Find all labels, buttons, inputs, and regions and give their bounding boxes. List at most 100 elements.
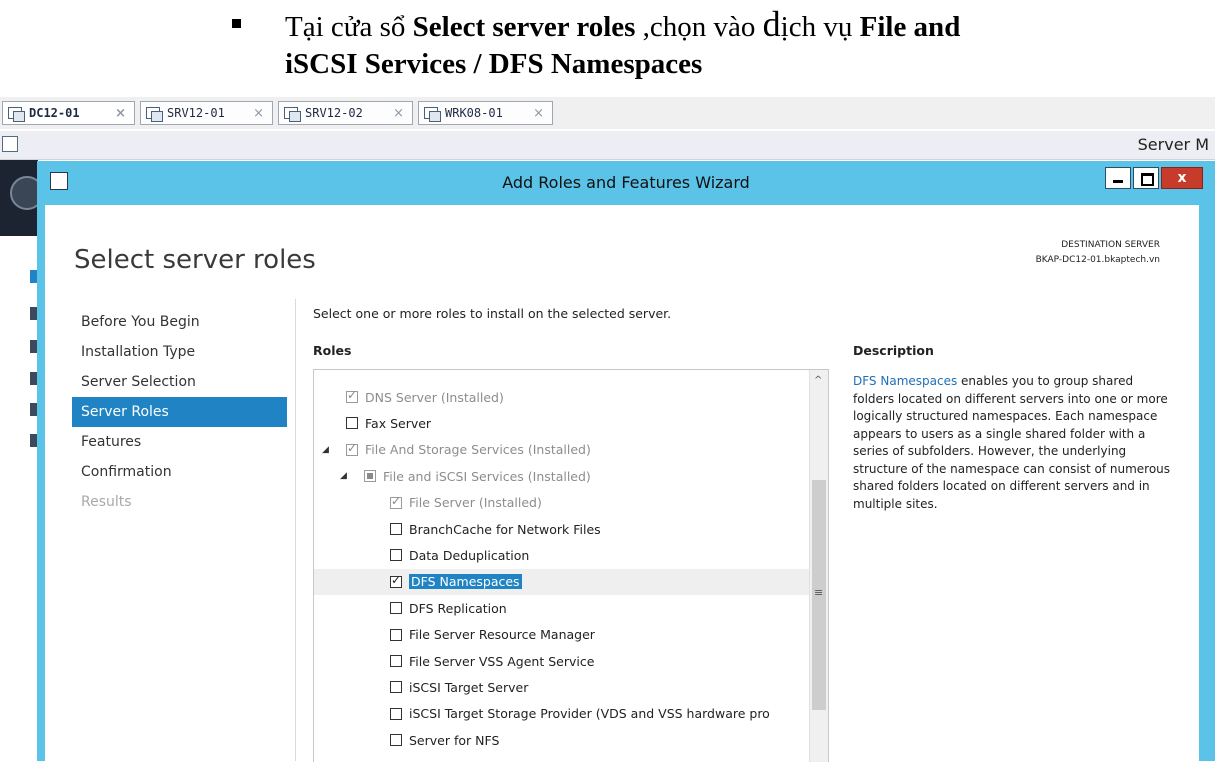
role-label: DFS Replication bbox=[409, 600, 507, 616]
expand-arrow-icon[interactable]: ◢ bbox=[322, 445, 329, 455]
role-label: Fax Server bbox=[365, 415, 432, 431]
vm-tab-label: SRV12-02 bbox=[305, 106, 363, 120]
role-row[interactable]: File Server Resource Manager bbox=[314, 622, 809, 648]
instruction-line-2: iSCSI Services / DFS Namespaces bbox=[285, 48, 703, 80]
wizard-steps: Before You Begin Installation Type Serve… bbox=[72, 307, 287, 517]
close-button[interactable]: x bbox=[1161, 167, 1203, 189]
description-link[interactable]: DFS Namespaces bbox=[853, 374, 957, 388]
role-checkbox[interactable] bbox=[390, 655, 402, 667]
step-before-you-begin[interactable]: Before You Begin bbox=[72, 307, 287, 337]
scroll-grip-icon: ≡ bbox=[814, 586, 824, 599]
role-row[interactable]: Data Deduplication bbox=[314, 542, 809, 568]
role-checkbox[interactable] bbox=[390, 573, 402, 588]
role-checkbox[interactable] bbox=[390, 549, 402, 562]
role-checkbox[interactable] bbox=[390, 494, 402, 509]
server-manager-sidebar bbox=[0, 160, 38, 761]
role-checkbox[interactable] bbox=[390, 681, 402, 694]
description-header: Description bbox=[853, 343, 934, 358]
server-manager-titlebar: Server M bbox=[0, 131, 1215, 160]
vm-tab-label: DC12-01 bbox=[29, 106, 80, 120]
page-title: Select server roles bbox=[74, 245, 316, 275]
role-checkbox[interactable] bbox=[390, 707, 402, 720]
vm-tab-dc12-01[interactable]: DC12-01 × bbox=[2, 101, 135, 125]
step-confirmation[interactable]: Confirmation bbox=[72, 457, 287, 487]
role-label: File Server Resource Manager bbox=[409, 627, 595, 643]
instruction-glyph: d bbox=[762, 4, 781, 44]
server-manager-icon bbox=[2, 136, 18, 152]
close-icon[interactable]: × bbox=[115, 106, 126, 121]
role-row[interactable]: DFS Namespaces bbox=[314, 568, 809, 595]
steps-divider bbox=[295, 299, 296, 761]
wizard-title: Add Roles and Features Wizard bbox=[502, 173, 750, 192]
role-label: DFS Namespaces bbox=[409, 574, 522, 590]
role-row[interactable]: Server for NFS bbox=[314, 727, 809, 753]
step-server-selection[interactable]: Server Selection bbox=[72, 367, 287, 397]
instruction-suffix: ịch vụ bbox=[780, 11, 860, 43]
role-label: File And Storage Services (Installed) bbox=[365, 442, 591, 458]
vm-icon bbox=[7, 105, 25, 122]
role-checkbox[interactable] bbox=[364, 470, 376, 483]
role-checkbox[interactable] bbox=[390, 734, 402, 747]
roles-tree[interactable]: DNS Server (Installed) Fax Server ◢ File An… bbox=[313, 369, 829, 762]
instruction-service-name: File and bbox=[859, 11, 961, 43]
role-label: iSCSI Target Server bbox=[409, 679, 529, 695]
role-row[interactable]: iSCSI Target Server bbox=[314, 674, 809, 700]
role-label: Data Deduplication bbox=[409, 547, 530, 563]
role-row[interactable]: File Server (Installed) bbox=[314, 490, 809, 516]
maximize-button[interactable] bbox=[1133, 167, 1159, 189]
minimize-button[interactable] bbox=[1105, 167, 1131, 189]
role-label: File Server VSS Agent Service bbox=[409, 653, 595, 669]
vm-tab-wrk08-01[interactable]: WRK08-01 × bbox=[418, 101, 553, 125]
role-row[interactable]: DNS Server (Installed) bbox=[314, 384, 809, 410]
server-manager-nav-header bbox=[0, 160, 44, 236]
role-checkbox[interactable] bbox=[390, 602, 402, 615]
role-row[interactable]: ◢ File And Storage Services (Installed) bbox=[314, 437, 809, 463]
vm-icon bbox=[283, 105, 301, 122]
destination-server-name: BKAP-DC12-01.bkaptech.vn bbox=[1035, 255, 1160, 265]
bullet-icon bbox=[232, 19, 241, 28]
vm-tab-label: SRV12-01 bbox=[167, 106, 225, 120]
vm-tab-srv12-01[interactable]: SRV12-01 × bbox=[140, 101, 273, 125]
instruction-mid: ,chọn vào bbox=[635, 11, 763, 43]
vm-tab-srv12-02[interactable]: SRV12-02 × bbox=[278, 101, 413, 125]
instruction-line-1: Tại cửa sổ Select server roles ,chọn vào… bbox=[285, 4, 960, 47]
vm-tab-strip: DC12-01 × SRV12-01 × SRV12-02 × WRK08-01… bbox=[0, 97, 1215, 129]
close-icon[interactable]: × bbox=[253, 106, 264, 121]
step-server-roles[interactable]: Server Roles bbox=[72, 397, 287, 427]
role-row[interactable]: Fax Server bbox=[314, 410, 809, 436]
vm-icon bbox=[423, 105, 441, 122]
role-checkbox[interactable] bbox=[346, 388, 358, 403]
role-label: BranchCache for Network Files bbox=[409, 521, 601, 537]
wizard-body: Select server roles DESTINATION SERVER B… bbox=[45, 205, 1199, 762]
close-icon[interactable]: × bbox=[533, 106, 544, 121]
role-checkbox[interactable] bbox=[390, 523, 402, 535]
roles-header: Roles bbox=[313, 343, 352, 358]
expand-arrow-icon[interactable]: ◢ bbox=[340, 471, 347, 481]
step-installation-type[interactable]: Installation Type bbox=[72, 337, 287, 367]
roles-scrollbar[interactable]: ^ ≡ bbox=[809, 370, 828, 762]
role-row[interactable]: File Server VSS Agent Service bbox=[314, 648, 809, 674]
role-row[interactable]: iSCSI Target Storage Provider (VDS and V… bbox=[314, 701, 809, 727]
role-checkbox[interactable] bbox=[346, 441, 358, 456]
role-checkbox[interactable] bbox=[390, 628, 402, 641]
vm-icon bbox=[145, 105, 163, 122]
step-results: Results bbox=[81, 494, 132, 510]
close-icon[interactable]: × bbox=[393, 106, 404, 121]
role-row[interactable]: BranchCache for Network Files bbox=[314, 516, 809, 542]
step-features[interactable]: Features bbox=[72, 427, 287, 457]
role-label: DNS Server (Installed) bbox=[365, 389, 504, 405]
instruction-window-name: Select server roles bbox=[412, 11, 636, 43]
wizard-titlebar: Add Roles and Features Wizard x bbox=[37, 161, 1215, 205]
role-label: iSCSI Target Storage Provider (VDS and V… bbox=[409, 706, 770, 722]
description-text: enables you to group shared folders loca… bbox=[853, 374, 1171, 511]
destination-label: DESTINATION SERVER bbox=[1061, 240, 1160, 250]
window-controls: x bbox=[1105, 167, 1203, 189]
scroll-up-icon[interactable]: ^ bbox=[814, 375, 822, 386]
destination-server-info: DESTINATION SERVER BKAP-DC12-01.bkaptech… bbox=[1036, 238, 1160, 268]
vm-tab-label: WRK08-01 bbox=[445, 106, 503, 120]
role-checkbox[interactable] bbox=[346, 417, 358, 430]
role-row[interactable]: ◢ File and iSCSI Services (Installed) bbox=[314, 463, 809, 489]
role-label: Server for NFS bbox=[409, 732, 500, 748]
role-row[interactable]: DFS Replication bbox=[314, 595, 809, 621]
server-manager-title: Server M bbox=[1137, 135, 1209, 154]
